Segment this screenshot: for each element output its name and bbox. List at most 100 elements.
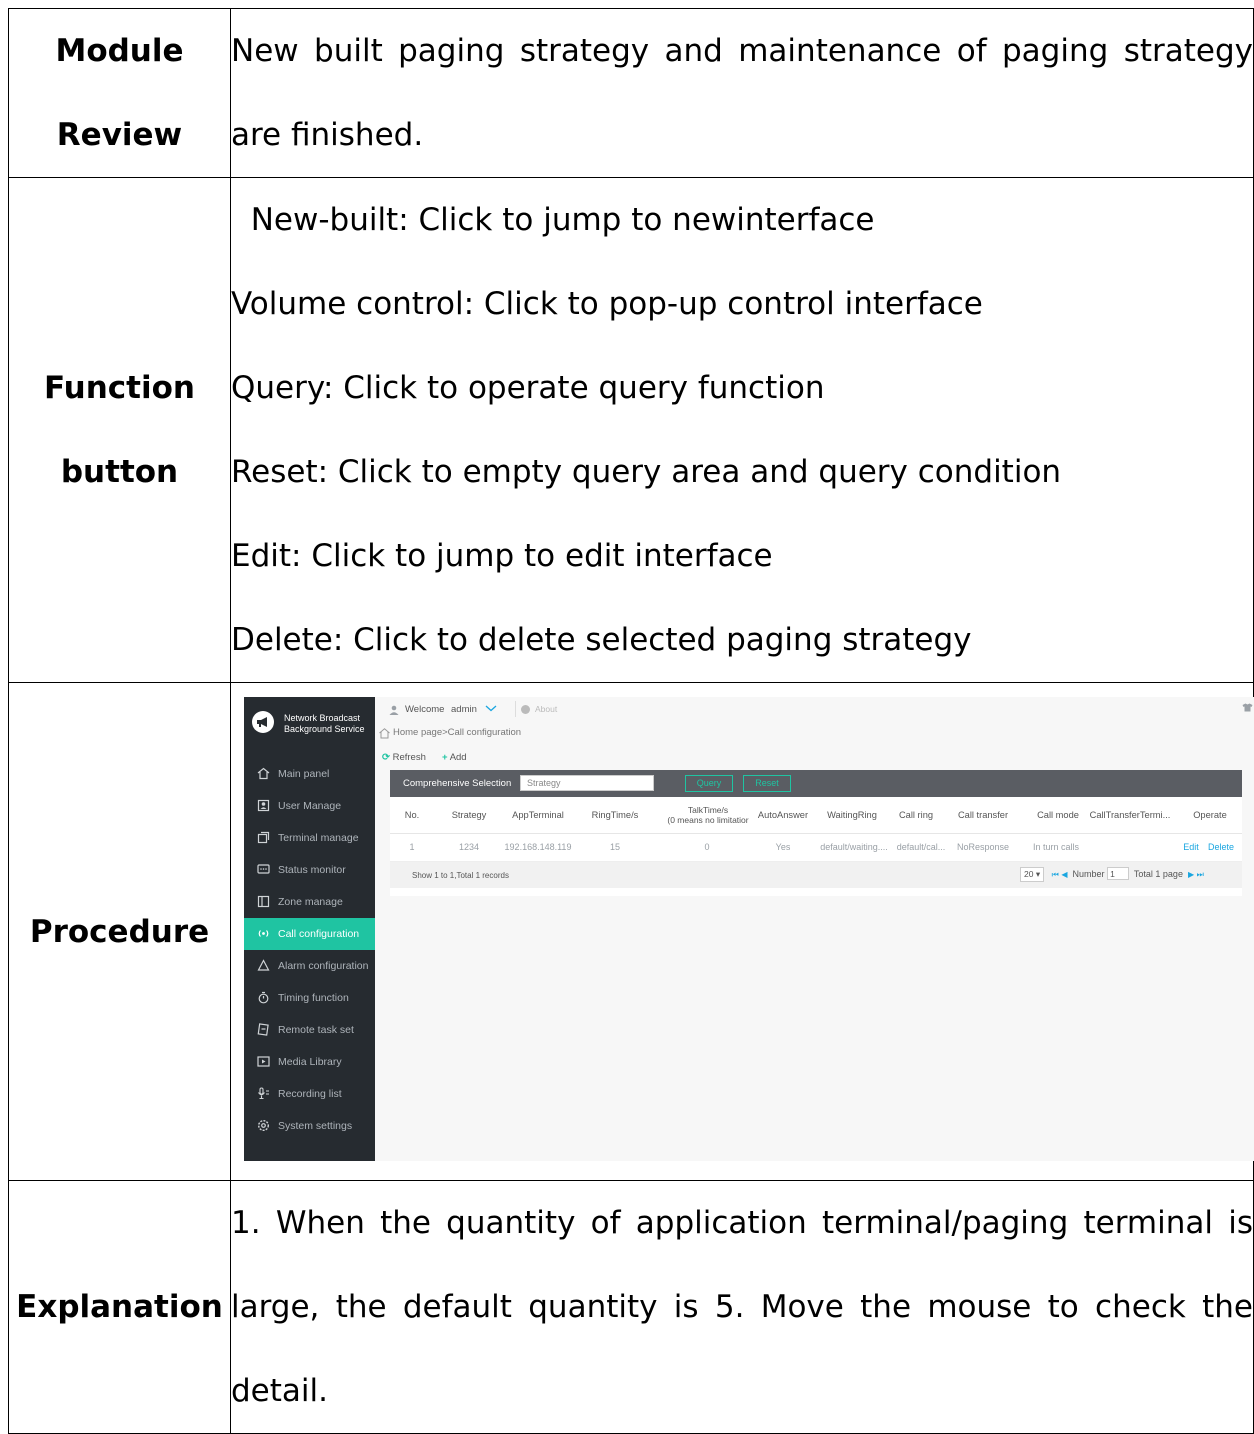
next-page-icon[interactable]: ▶ [1188, 870, 1194, 879]
cell-call-mode: In turn calls [1032, 842, 1080, 852]
cell-strategy: 1234 [458, 842, 480, 852]
add-button[interactable]: + Add [442, 752, 467, 763]
table-row[interactable]: 1 1234 192.168.148.119 15 0 Yes default/… [390, 834, 1242, 862]
page-size-select[interactable]: 20 ▾ [1020, 867, 1045, 882]
zone-icon [257, 895, 270, 908]
query-button[interactable]: Query [685, 775, 733, 792]
procedure-row: Procedure Network Broadcast Background S… [8, 682, 1254, 1181]
microphone-icon [258, 1087, 269, 1100]
explanation-row: Explanation 1. When the quantity of appl… [8, 1180, 1254, 1434]
col-call-ring: Call ring [898, 810, 934, 820]
table-footer: Show 1 to 1,Total 1 records 20 ▾ ⏮ ◀ Num… [390, 862, 1242, 888]
sidebar-item-timing-function[interactable]: Timing function [244, 982, 375, 1014]
sidebar-item-terminal-manage[interactable]: Terminal manage [244, 822, 375, 854]
function-button-row: Function button New-built: Click to jump… [8, 177, 1254, 683]
sidebar-item-main-panel[interactable]: Main panel [244, 758, 375, 790]
sidebar-item-media-library[interactable]: Media Library [244, 1046, 375, 1078]
cell-waiting-ring: default/waiting.... [820, 842, 888, 852]
col-no: No. [404, 810, 420, 820]
spec-table: Module Review New built paging strategy … [8, 8, 1254, 1434]
about-link[interactable]: About [535, 704, 557, 714]
refresh-icon: ⟳ [382, 752, 390, 763]
sidebar-item-zone-manage[interactable]: Zone manage [244, 886, 375, 918]
module-review-label-line2: Review [56, 117, 183, 153]
function-button-label-line1: Function [44, 370, 195, 406]
table-header: No. Strategy AppTerminal RingTime/s Talk… [390, 797, 1242, 834]
cell-auto-answer: Yes [775, 842, 791, 852]
user-name[interactable]: admin [451, 704, 477, 715]
strategy-search-input[interactable]: Strategy [520, 775, 654, 791]
document: Module Review New built paging strategy … [8, 8, 1254, 1434]
app-screenshot: Network Broadcast Background Service Mai… [244, 697, 1254, 1161]
col-talk-time-line1: TalkTime/s [687, 805, 729, 815]
sidebar-item-label: Call configuration [278, 928, 360, 940]
procedure-label: Procedure [8, 682, 231, 1181]
col-ring-time: RingTime/s [591, 810, 639, 820]
first-page-icon[interactable]: ⏮ [1052, 870, 1059, 879]
query-label: Comprehensive Selection [403, 778, 512, 789]
sidebar-item-system-settings[interactable]: System settings [244, 1110, 375, 1142]
breadcrumb: Home page>Call configuration [379, 727, 521, 739]
col-operate: Operate [1193, 810, 1227, 820]
last-page-icon[interactable]: ⏭ [1197, 870, 1204, 879]
broadcast-icon [258, 930, 269, 937]
function-item-query: Query: Click to operate query function [231, 370, 825, 406]
cell-call-transfer: NoResponse [956, 842, 1010, 852]
function-item-new-built: New-built: Click to jump to newinterface [231, 202, 875, 238]
info-icon [521, 705, 530, 714]
breadcrumb-text[interactable]: Home page>Call configuration [393, 727, 521, 738]
sidebar-item-status-monitor[interactable]: Status monitor [244, 854, 375, 886]
number-label: Number [1072, 869, 1105, 879]
sidebar-item-label: Status monitor [278, 864, 346, 876]
delete-link[interactable]: Delete [1204, 834, 1238, 861]
sidebar-item-recording-list[interactable]: Recording list [244, 1078, 375, 1110]
function-item-reset: Reset: Click to empty query area and que… [231, 454, 1062, 490]
function-button-label-line2: button [60, 454, 179, 490]
module-review-text: New built paging strategy and maintenanc… [230, 8, 1254, 178]
sidebar-item-remote-task-set[interactable]: Remote task set [244, 1014, 375, 1046]
sidebar-item-user-manage[interactable]: User Manage [244, 790, 375, 822]
terminal-icon [257, 831, 270, 844]
explanation-text: 1. When the quantity of application term… [230, 1180, 1254, 1434]
col-call-transfer-terminal: CallTransferTermi... [1089, 810, 1171, 820]
explanation-label: Explanation [8, 1180, 231, 1434]
query-bar: Comprehensive Selection Strategy Query R… [390, 770, 1242, 797]
sidebar-item-label: User Manage [278, 800, 342, 812]
sidebar-item-alarm-configuration[interactable]: Alarm configuration [244, 950, 375, 982]
monitor-icon [257, 864, 270, 874]
records-info: Show 1 to 1,Total 1 records [412, 871, 509, 880]
refresh-button[interactable]: ⟳ Refresh [382, 752, 426, 763]
user-icon [389, 705, 399, 715]
cell-ring-time: 15 [609, 842, 620, 852]
caret-down-icon: ▾ [1035, 869, 1041, 879]
chevron-down-icon[interactable] [485, 703, 497, 713]
bell-icon [257, 959, 270, 971]
col-auto-answer: AutoAnswer [757, 810, 809, 820]
add-label: Add [449, 752, 467, 763]
function-button-label: Function button [8, 177, 231, 683]
divider [515, 701, 516, 717]
brand-line1: Network Broadcast [284, 713, 361, 723]
prev-page-icon[interactable]: ◀ [1061, 870, 1067, 879]
sidebar-item-call-configuration[interactable]: Call configuration [244, 918, 375, 950]
sidebar-item-label: Zone manage [278, 896, 343, 908]
page-number-input[interactable]: 1 [1107, 867, 1130, 880]
media-icon [257, 1056, 270, 1067]
edit-link[interactable]: Edit [1177, 834, 1205, 861]
col-call-transfer: Call transfer [957, 810, 1009, 820]
home-icon[interactable] [379, 728, 390, 739]
stopwatch-icon [258, 991, 269, 1004]
col-strategy: Strategy [451, 810, 487, 820]
user-card-icon [257, 799, 270, 812]
cell-talk-time: 0 [704, 842, 710, 852]
module-review-row: Module Review New built paging strategy … [8, 8, 1254, 178]
strategy-panel: Comprehensive Selection Strategy Query R… [390, 770, 1242, 896]
function-button-list: New-built: Click to jump to newinterface… [230, 177, 1254, 683]
home-icon [257, 767, 270, 780]
sidebar-item-label: Recording list [278, 1088, 342, 1100]
theme-icon[interactable] [1242, 703, 1253, 712]
reset-button[interactable]: Reset [743, 775, 791, 792]
sidebar-item-label: Remote task set [278, 1024, 354, 1036]
module-review-label: Module Review [8, 8, 231, 178]
plus-icon: + [442, 752, 448, 763]
